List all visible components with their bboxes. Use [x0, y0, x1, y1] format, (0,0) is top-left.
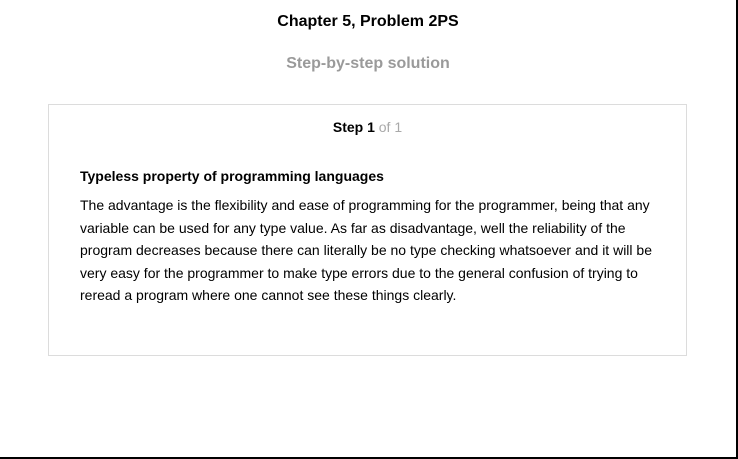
solution-text: The advantage is the flexibility and eas… — [80, 197, 652, 303]
step-indicator: Step 1 of 1 — [49, 118, 686, 136]
solution-card: Step 1 of 1 Typeless property of program… — [48, 104, 687, 356]
step-label: Step 1 — [332, 119, 375, 135]
page-subtitle: Step-by-step solution — [286, 55, 450, 72]
step-total: of 1 — [378, 119, 403, 135]
page-title: Chapter 5, Problem 2PS — [277, 13, 459, 30]
section-heading: Typeless property of programming languag… — [80, 168, 384, 184]
